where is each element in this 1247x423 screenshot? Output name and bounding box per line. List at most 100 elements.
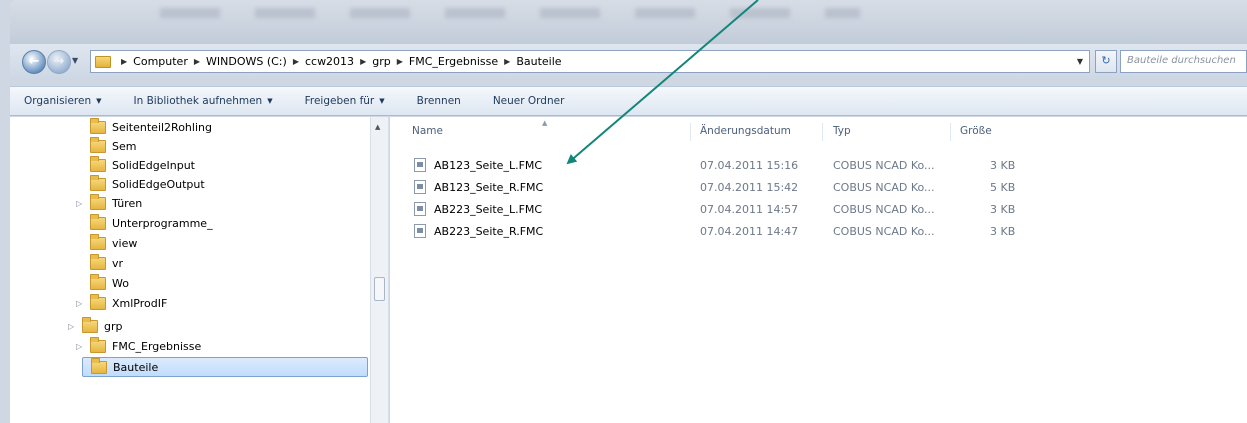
- breadcrumb-chevron-icon[interactable]: ▶: [504, 57, 510, 66]
- breadcrumb-item[interactable]: grp: [372, 55, 391, 68]
- folder-icon: [90, 193, 106, 210]
- share-label: Freigeben für: [304, 95, 375, 107]
- navigation-pane[interactable]: Seitenteil2Rohling Sem SolidEdgeInput So…: [10, 117, 370, 423]
- folder-icon: [90, 273, 106, 290]
- breadcrumb-chevron-icon[interactable]: ▶: [293, 57, 299, 66]
- breadcrumb-item[interactable]: WINDOWS (C:): [206, 55, 287, 68]
- tree-item[interactable]: vr: [90, 253, 123, 273]
- burn-button[interactable]: Brennen: [417, 95, 461, 107]
- refresh-button[interactable]: ↻: [1095, 50, 1117, 73]
- scroll-up-icon[interactable]: ▲: [375, 123, 380, 131]
- expand-arrow-icon[interactable]: ▷: [76, 342, 86, 351]
- breadcrumb-chevron-icon[interactable]: ▶: [360, 57, 366, 66]
- file-size: 5 KB: [990, 181, 1016, 194]
- tree-item[interactable]: Sem: [90, 136, 136, 156]
- address-bar[interactable]: ▶ Computer ▶ WINDOWS (C:) ▶ ccw2013 ▶ gr…: [90, 50, 1090, 73]
- column-header-type[interactable]: Typ: [833, 125, 851, 137]
- forward-arrow-icon: →: [53, 54, 65, 69]
- column-header-name[interactable]: Name: [412, 125, 443, 137]
- column-divider[interactable]: [950, 123, 951, 141]
- chevron-down-icon: ▼: [379, 97, 385, 105]
- expand-arrow-icon[interactable]: ▷: [68, 322, 78, 331]
- tree-item-label: Türen: [112, 196, 143, 210]
- tree-item[interactable]: Wo: [90, 273, 129, 293]
- scrollbar-thumb[interactable]: [374, 277, 385, 301]
- tree-item-label: SolidEdgeInput: [112, 158, 195, 172]
- file-row[interactable]: AB123_Seite_L.FMC 07.04.2011 15:16 COBUS…: [410, 155, 1030, 177]
- search-input[interactable]: Bauteile durchsuchen: [1120, 50, 1247, 73]
- file-size: 3 KB: [990, 225, 1016, 238]
- breadcrumb-chevron-icon[interactable]: ▶: [121, 57, 127, 66]
- back-arrow-icon: ←: [28, 54, 40, 69]
- column-header-date[interactable]: Änderungsdatum: [700, 125, 791, 137]
- folder-icon: [90, 136, 106, 153]
- new-folder-button[interactable]: Neuer Ordner: [493, 95, 565, 107]
- tree-item-label: Seitenteil2Rohling: [112, 120, 212, 134]
- tree-item[interactable]: ▷ FMC_Ergebnisse: [76, 336, 201, 356]
- file-name: AB123_Seite_L.FMC: [434, 159, 543, 172]
- folder-icon: [90, 155, 106, 172]
- chevron-down-icon: ▼: [96, 97, 102, 105]
- file-date: 07.04.2011 14:47: [700, 225, 799, 238]
- folder-icon: [90, 253, 106, 270]
- file-icon: [414, 158, 426, 172]
- include-library-button[interactable]: In Bibliothek aufnehmen ▼: [134, 95, 273, 107]
- organize-button[interactable]: Organisieren ▼: [24, 95, 102, 107]
- file-row[interactable]: AB123_Seite_R.FMC 07.04.2011 15:42 COBUS…: [410, 177, 1030, 199]
- expand-arrow-icon[interactable]: ▷: [76, 299, 86, 308]
- tree-item-label: Unterprogramme_: [112, 216, 213, 230]
- burn-label: Brennen: [416, 95, 461, 107]
- folder-icon: [90, 174, 106, 191]
- file-row[interactable]: AB223_Seite_R.FMC 07.04.2011 14:47 COBUS…: [410, 221, 1030, 243]
- tree-item[interactable]: ▷ grp: [68, 316, 123, 336]
- tree-item[interactable]: Seitenteil2Rohling: [90, 117, 212, 137]
- tree-item[interactable]: SolidEdgeInput: [90, 155, 195, 175]
- pane-scrollbar[interactable]: ▲: [370, 117, 389, 423]
- tree-item-label: Sem: [112, 139, 137, 153]
- tree-item[interactable]: ▷ Türen: [76, 193, 142, 213]
- navigation-row: ← → ▼ ▶ Computer ▶ WINDOWS (C:) ▶ ccw201…: [10, 44, 1247, 80]
- breadcrumb-chevron-icon[interactable]: ▶: [194, 57, 200, 66]
- breadcrumb-item[interactable]: Computer: [133, 55, 188, 68]
- tree-item[interactable]: ▷ XmlProdIF: [76, 293, 167, 313]
- chevron-down-icon: ▼: [267, 97, 273, 105]
- file-list-pane[interactable]: Name ▲ Änderungsdatum Typ Größe AB123_Se…: [390, 117, 1247, 423]
- forward-button[interactable]: →: [47, 50, 71, 74]
- expand-arrow-icon[interactable]: ▷: [76, 199, 86, 208]
- tree-item-label: FMC_Ergebnisse: [112, 339, 202, 353]
- tree-item-label: view: [112, 236, 138, 250]
- breadcrumb-item[interactable]: FMC_Ergebnisse: [409, 55, 498, 68]
- back-button[interactable]: ←: [22, 50, 46, 74]
- recent-pages-dropdown-icon[interactable]: ▼: [72, 56, 78, 65]
- file-date: 07.04.2011 15:16: [700, 159, 799, 172]
- file-name: AB223_Seite_L.FMC: [434, 203, 543, 216]
- file-type: COBUS NCAD Ko...: [833, 159, 935, 172]
- share-button[interactable]: Freigeben für ▼: [305, 95, 385, 107]
- column-divider[interactable]: [690, 123, 691, 141]
- file-date: 07.04.2011 14:57: [700, 203, 799, 216]
- include-library-label: In Bibliothek aufnehmen: [133, 95, 263, 107]
- sort-indicator-icon: ▲: [542, 119, 548, 127]
- tree-item-label: grp: [104, 319, 123, 333]
- tree-item-selected[interactable]: Bauteile: [82, 357, 368, 377]
- folder-icon: [90, 336, 106, 353]
- folder-icon: [90, 233, 106, 250]
- file-icon: [414, 224, 426, 238]
- column-header-size[interactable]: Größe: [960, 125, 992, 137]
- address-history-dropdown-icon[interactable]: ▼: [1077, 57, 1083, 66]
- breadcrumb-item[interactable]: ccw2013: [305, 55, 354, 68]
- column-divider[interactable]: [822, 123, 823, 141]
- tree-item-label: SolidEdgeOutput: [112, 177, 205, 191]
- tree-item[interactable]: view: [90, 233, 137, 253]
- file-type: COBUS NCAD Ko...: [833, 181, 935, 194]
- tree-item[interactable]: SolidEdgeOutput: [90, 174, 205, 194]
- tree-item-label: vr: [112, 256, 124, 270]
- breadcrumb-chevron-icon[interactable]: ▶: [397, 57, 403, 66]
- file-date: 07.04.2011 15:42: [700, 181, 799, 194]
- tree-item[interactable]: Unterprogramme_: [90, 213, 213, 233]
- breadcrumb-item[interactable]: Bauteile: [516, 55, 561, 68]
- folder-icon: [90, 293, 106, 310]
- folder-icon: [90, 213, 106, 230]
- folder-icon: [95, 55, 111, 68]
- file-row[interactable]: AB223_Seite_L.FMC 07.04.2011 14:57 COBUS…: [410, 199, 1030, 221]
